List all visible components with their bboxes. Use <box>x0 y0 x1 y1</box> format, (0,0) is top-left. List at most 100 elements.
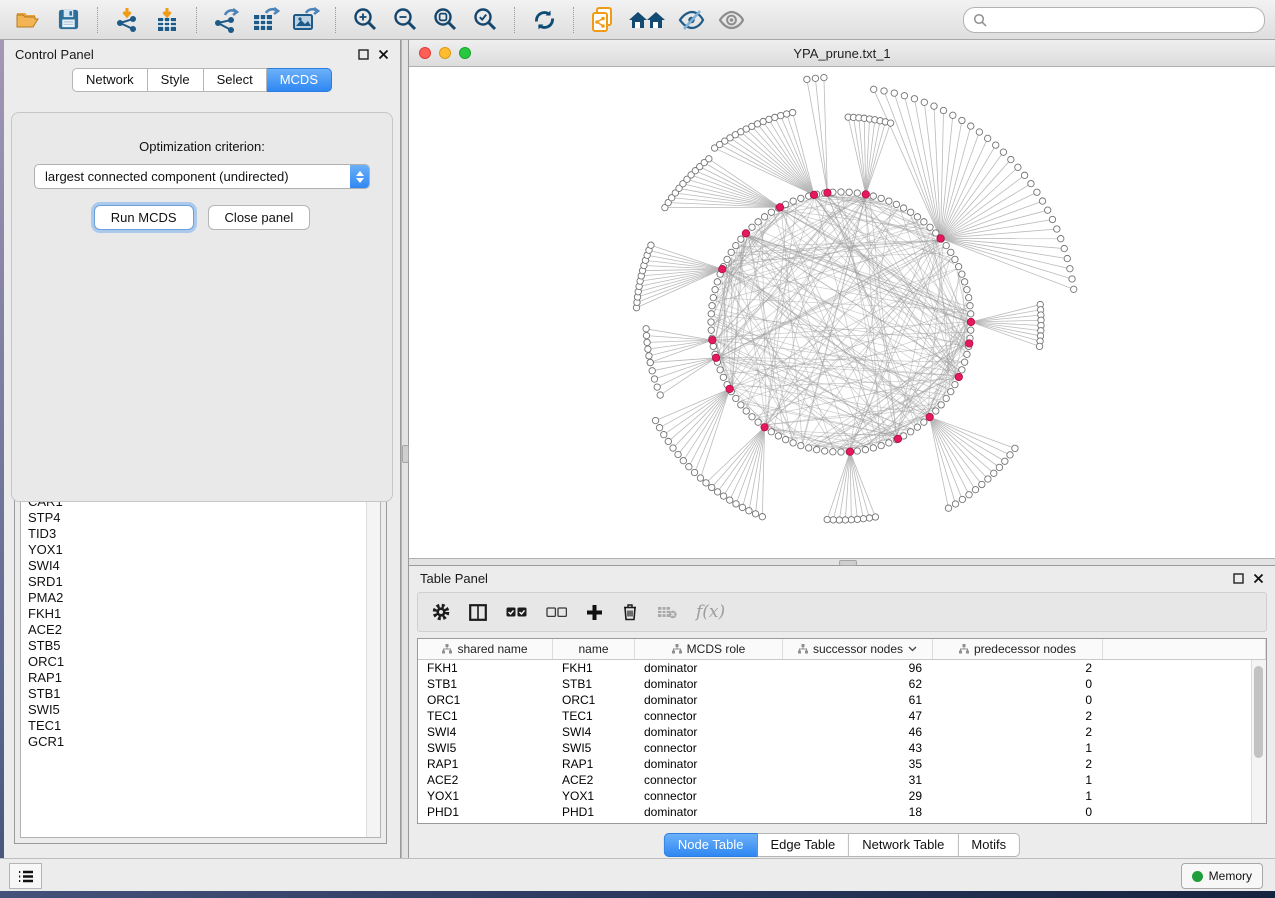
search-field[interactable] <box>963 7 1265 33</box>
table-cell: SWI5 <box>553 741 635 755</box>
splitter-grip[interactable] <box>402 445 409 463</box>
table-scrollbar[interactable] <box>1251 660 1266 823</box>
mcds-result-item[interactable]: YOX1 <box>28 542 366 558</box>
mcds-result-item[interactable]: TID3 <box>28 526 366 542</box>
mcds-result-item[interactable]: GCR1 <box>28 734 366 750</box>
optimization-criterion-label: Optimization criterion: <box>12 139 392 154</box>
table-row[interactable]: YOX1YOX1connector291 <box>418 788 1266 804</box>
column-header-MCDS-role[interactable]: MCDS role <box>635 639 783 659</box>
mcds-result-item[interactable]: STB5 <box>28 638 366 654</box>
table-row[interactable]: RAP1RAP1dominator352 <box>418 756 1266 772</box>
tab-style[interactable]: Style <box>148 68 204 92</box>
table-cell: 46 <box>783 725 933 739</box>
close-panel-button[interactable]: Close panel <box>208 205 311 230</box>
network-canvas[interactable] <box>409 66 1275 558</box>
column-header-predecessor-nodes[interactable]: predecessor nodes <box>933 639 1103 659</box>
vertical-splitter[interactable] <box>401 40 409 858</box>
toolbar-separator <box>97 7 98 33</box>
mcds-result-item[interactable]: ORC1 <box>28 654 366 670</box>
tab-network-table[interactable]: Network Table <box>849 833 958 857</box>
table-cell: 62 <box>783 677 933 691</box>
close-panel-icon[interactable] <box>378 49 389 60</box>
clone-network-icon[interactable] <box>585 5 621 35</box>
hide-graphics-details-icon[interactable] <box>673 5 709 35</box>
memory-button[interactable]: Memory <box>1181 863 1263 889</box>
open-file-icon[interactable] <box>10 5 46 35</box>
column-header-name[interactable]: name <box>553 639 635 659</box>
tab-select[interactable]: Select <box>204 68 267 92</box>
network-overview-icon[interactable] <box>625 5 669 35</box>
deselect-all-icon[interactable] <box>546 607 567 618</box>
run-mcds-button[interactable]: Run MCDS <box>94 205 194 230</box>
table-cell: 0 <box>933 677 1103 691</box>
mcds-result-item[interactable]: SRD1 <box>28 574 366 590</box>
mcds-result-item[interactable]: ACE2 <box>28 622 366 638</box>
float-panel-icon[interactable] <box>1233 573 1244 584</box>
tab-mcds[interactable]: MCDS <box>267 68 332 92</box>
column-header-shared-name[interactable]: shared name <box>418 639 553 659</box>
column-header-successor-nodes[interactable]: successor nodes <box>783 639 933 659</box>
table-row[interactable]: STB1STB1dominator620 <box>418 676 1266 692</box>
mcds-result-item[interactable]: PMA2 <box>28 590 366 606</box>
table-row[interactable]: SWI4SWI4dominator462 <box>418 724 1266 740</box>
import-network-icon[interactable] <box>109 5 145 35</box>
table-row[interactable]: FKH1FKH1dominator962 <box>418 660 1266 676</box>
import-table-icon[interactable] <box>149 5 185 35</box>
dropdown-stepper-icon <box>350 164 369 189</box>
table-cell: 2 <box>933 709 1103 723</box>
table-row[interactable]: ORC1ORC1dominator610 <box>418 692 1266 708</box>
zoom-out-icon[interactable] <box>387 5 423 35</box>
memory-status-icon <box>1192 871 1203 882</box>
save-session-icon[interactable] <box>50 5 86 35</box>
optimization-criterion-dropdown[interactable]: largest connected component (undirected) <box>34 164 370 189</box>
export-image-icon[interactable] <box>288 5 324 35</box>
mcds-result-item[interactable]: STP4 <box>28 510 366 526</box>
mcds-result-item[interactable]: RAP1 <box>28 670 366 686</box>
table-settings-icon[interactable] <box>432 603 450 621</box>
column-header-label: shared name <box>457 642 527 656</box>
tab-node-table[interactable]: Node Table <box>664 833 758 857</box>
function-builder-icon[interactable]: f(x) <box>696 602 725 622</box>
table-row[interactable]: PHD1PHD1dominator180 <box>418 804 1266 820</box>
mcds-result-item[interactable]: SWI4 <box>28 558 366 574</box>
table-scrollbar-thumb[interactable] <box>1254 666 1263 758</box>
refresh-view-icon[interactable] <box>526 5 562 35</box>
export-network-icon[interactable] <box>208 5 244 35</box>
optimization-criterion-value: largest connected component (undirected) <box>35 169 350 184</box>
node-table[interactable]: shared name nameMCDS rolesuccessor nodesp… <box>417 638 1267 824</box>
split-panel-icon[interactable] <box>469 604 487 621</box>
select-all-icon[interactable] <box>506 607 527 618</box>
export-table-icon[interactable] <box>248 5 284 35</box>
close-panel-icon[interactable] <box>1253 573 1264 584</box>
delete-column-icon[interactable] <box>622 603 638 621</box>
mcds-result-item[interactable]: STB1 <box>28 686 366 702</box>
table-cell: ORC1 <box>418 693 553 707</box>
mcds-result-item[interactable]: FKH1 <box>28 606 366 622</box>
control-panel-title: Control Panel <box>15 47 94 62</box>
network-titlebar[interactable]: YPA_prune.txt_1 <box>409 40 1275 67</box>
mcds-result-item[interactable]: SWI5 <box>28 702 366 718</box>
horizontal-splitter[interactable] <box>409 558 1275 566</box>
tab-edge-table[interactable]: Edge Table <box>757 833 849 857</box>
zoom-fit-icon[interactable] <box>427 5 463 35</box>
table-cell: dominator <box>635 805 783 819</box>
tab-motifs[interactable]: Motifs <box>958 833 1020 857</box>
task-history-button[interactable] <box>9 863 42 889</box>
search-input[interactable] <box>993 12 1255 28</box>
zoom-selected-icon[interactable] <box>467 5 503 35</box>
table-row[interactable]: ACE2ACE2connector311 <box>418 772 1266 788</box>
table-row[interactable]: TEC1TEC1connector472 <box>418 708 1266 724</box>
table-row[interactable]: SWI5SWI5connector431 <box>418 740 1266 756</box>
float-panel-icon[interactable] <box>358 49 369 60</box>
tab-network[interactable]: Network <box>72 68 148 92</box>
mcds-result-list[interactable]: PHD1CAR1STP4TID3YOX1SWI4SRD1PMA2FKH1ACE2… <box>20 475 381 838</box>
clear-table-icon[interactable] <box>657 606 677 619</box>
mcds-result-item[interactable]: TEC1 <box>28 718 366 734</box>
mcds-list-scrollbar[interactable] <box>366 476 380 837</box>
table-cell: YOX1 <box>553 789 635 803</box>
network-graph[interactable] <box>409 66 1275 558</box>
zoom-in-icon[interactable] <box>347 5 383 35</box>
show-graphics-details-icon[interactable] <box>713 5 749 35</box>
table-cell: RAP1 <box>418 757 553 771</box>
add-column-icon[interactable] <box>586 604 603 621</box>
